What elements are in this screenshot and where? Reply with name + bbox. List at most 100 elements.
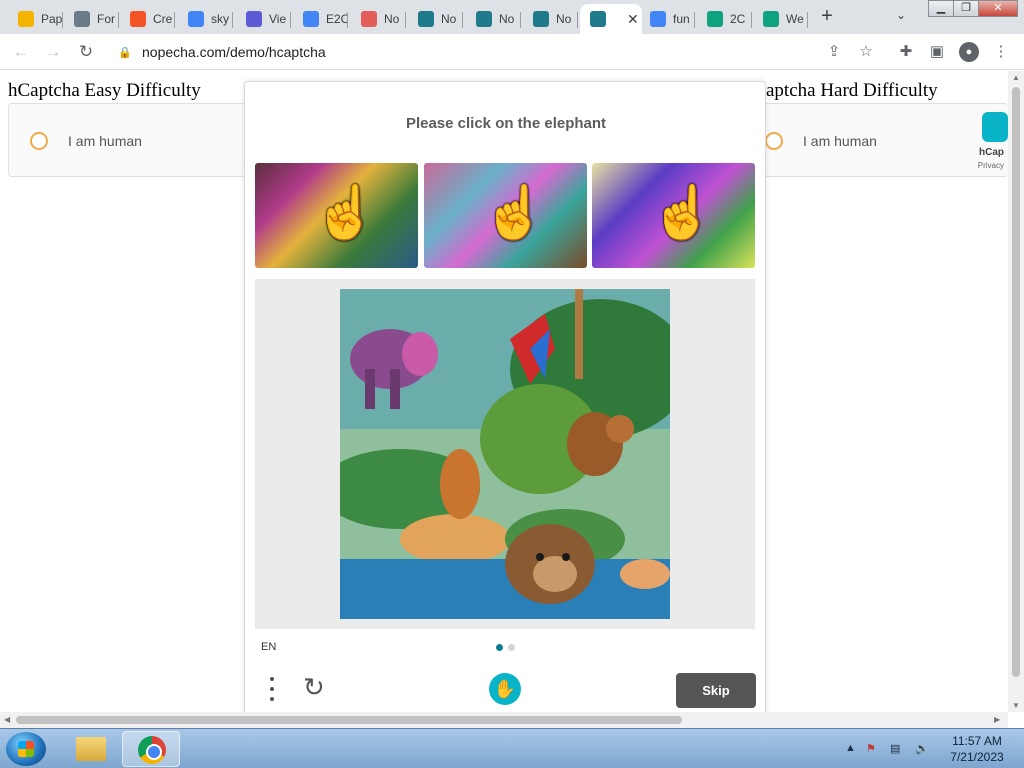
windows-icon [130,11,146,27]
folder-icon [76,737,106,761]
scroll-right-arrow-icon[interactable]: ▶ [994,715,1000,724]
clock-time: 11:57 AM [952,734,1002,748]
forward-arrow-icon[interactable]: → [42,41,64,63]
browser-tab[interactable]: sky [178,4,233,34]
tab-separator [174,12,175,28]
pointer-hand-icon: ☝ [313,184,378,242]
menu-dots-icon[interactable] [265,674,279,704]
pointer-hand-icon: ☝ [482,184,547,242]
tab-title: For [97,12,115,26]
tab-separator [347,12,348,28]
horizontal-scrollbar[interactable]: ◀ ▶ [0,712,1008,728]
close-tab-icon[interactable]: ✕ [627,11,639,28]
rainbow-icon [361,11,377,27]
openai-icon [707,11,723,27]
browser-tab[interactable]: Cre [120,4,175,34]
system-clock[interactable]: 11:57 AM 7/21/2023 [944,733,1010,765]
tab-separator [232,12,233,28]
task-image-jungle-animals[interactable] [340,289,670,619]
restore-button[interactable]: ❐ [953,0,979,17]
tab-separator [807,12,808,28]
easy-checkbox[interactable] [30,132,48,150]
network-icon[interactable]: ▤ [890,742,900,755]
tab-separator [405,12,406,28]
file-explorer-taskbar-button[interactable] [61,731,119,767]
volume-muted-icon[interactable]: 🔈 [915,742,929,755]
action-center-flag-icon[interactable]: ⚑ [866,742,876,755]
chrome-taskbar-button[interactable] [122,731,180,767]
pointer-hand-icon: ☝ [650,184,715,242]
windows-taskbar: ▲ ⚑ ▤ 🔈 11:57 AM 7/21/2023 [0,728,1024,768]
address-bar[interactable]: 🔒 nopecha.com/demo/hcaptcha [110,39,885,65]
nopecha-icon [590,11,606,27]
tab-separator [62,12,63,28]
vertical-scroll-thumb[interactable] [1012,87,1020,677]
show-hidden-icons-icon[interactable]: ▲ [845,742,856,754]
browser-tab[interactable]: No [351,4,406,34]
browser-menu-icon[interactable]: ⋮ [991,42,1011,62]
scroll-up-arrow-icon[interactable]: ▲ [1012,73,1020,82]
tab-title: We [786,12,804,26]
tab-title: No [441,12,457,26]
tab-separator [520,12,521,28]
browser-tab[interactable]: For [64,4,119,34]
chrome-icon [138,736,166,764]
hard-hcaptcha-widget[interactable]: I am human hCap Privacy [730,103,1008,177]
tab-separator [577,12,578,28]
bookmark-star-icon[interactable]: ☆ [856,42,876,62]
browser-tab[interactable]: 2C [697,4,752,34]
horizontal-scroll-thumb[interactable] [16,716,682,724]
tab-title: Cre [153,12,173,26]
tab-title: No [556,12,572,26]
challenge-prompt: Please click on the elephant [405,115,607,132]
tab-title: E2C [326,12,348,26]
hcaptcha-logo-icon [982,112,1008,142]
refresh-challenge-icon[interactable]: ↻ [303,673,331,701]
openai-icon [763,11,779,27]
reload-icon[interactable]: ↻ [75,41,97,63]
minimize-button[interactable]: ▁ [928,0,954,17]
browser-tab[interactable]: Pap [8,4,63,34]
clock-date: 7/21/2023 [950,750,1004,764]
browser-tab[interactable]: No [523,4,578,34]
vertical-scrollbar[interactable]: ▲ ▼ [1008,71,1024,712]
skip-button[interactable]: Skip [676,673,756,708]
at-icon [246,11,262,27]
browser-tab[interactable]: No [408,4,463,34]
new-tab-button[interactable]: + [816,6,838,28]
share-icon[interactable]: ⇪ [824,42,844,62]
web-page: hCaptcha Easy Difficulty I am human aptc… [0,71,1008,712]
extensions-puzzle-icon[interactable]: ✚ [896,42,916,62]
privacy-link[interactable]: Privacy [978,161,1004,170]
browser-tab[interactable]: E2C [293,4,348,34]
tab-separator [118,12,119,28]
back-arrow-icon[interactable]: ← [10,41,32,63]
easy-heading: hCaptcha Easy Difficulty [8,80,201,101]
browser-tab[interactable]: No [466,4,521,34]
hcaptcha-challenge: Please click on the elephant ☝ ☝ ☝ EN ↻ … [244,81,766,712]
example-image: ☝ [255,163,418,268]
side-panel-icon[interactable]: ▣ [927,42,947,62]
tab-separator [290,12,291,28]
browser-tab[interactable]: ✕ [580,4,642,34]
language-selector[interactable]: EN [261,641,276,653]
scroll-down-arrow-icon[interactable]: ▼ [1012,701,1020,710]
nopecha-icon [418,11,434,27]
scroll-left-arrow-icon[interactable]: ◀ [4,715,10,724]
start-button[interactable] [6,732,46,766]
tab-title: No [499,12,515,26]
hard-checkbox[interactable] [765,132,783,150]
tab-title: Pap [41,12,63,26]
google-icon [188,11,204,27]
browser-toolbar: ← → ↻ 🔒 nopecha.com/demo/hcaptcha ⇪ ☆ ✚ … [0,34,1024,70]
hcaptcha-hand-logo-icon[interactable]: ✋ [489,673,521,705]
close-window-button[interactable]: ✕ [978,0,1018,17]
browser-tab[interactable]: Vie [236,4,291,34]
url-text: nopecha.com/demo/hcaptcha [142,44,326,60]
profile-avatar-icon[interactable]: ● [959,42,979,62]
browser-tab[interactable]: We [753,4,808,34]
lock-icon[interactable]: 🔒 [118,46,136,59]
tab-search-chevron-icon[interactable]: ⌄ [896,8,906,22]
browser-tab[interactable]: fun [640,4,695,34]
pac-icon [18,11,34,27]
